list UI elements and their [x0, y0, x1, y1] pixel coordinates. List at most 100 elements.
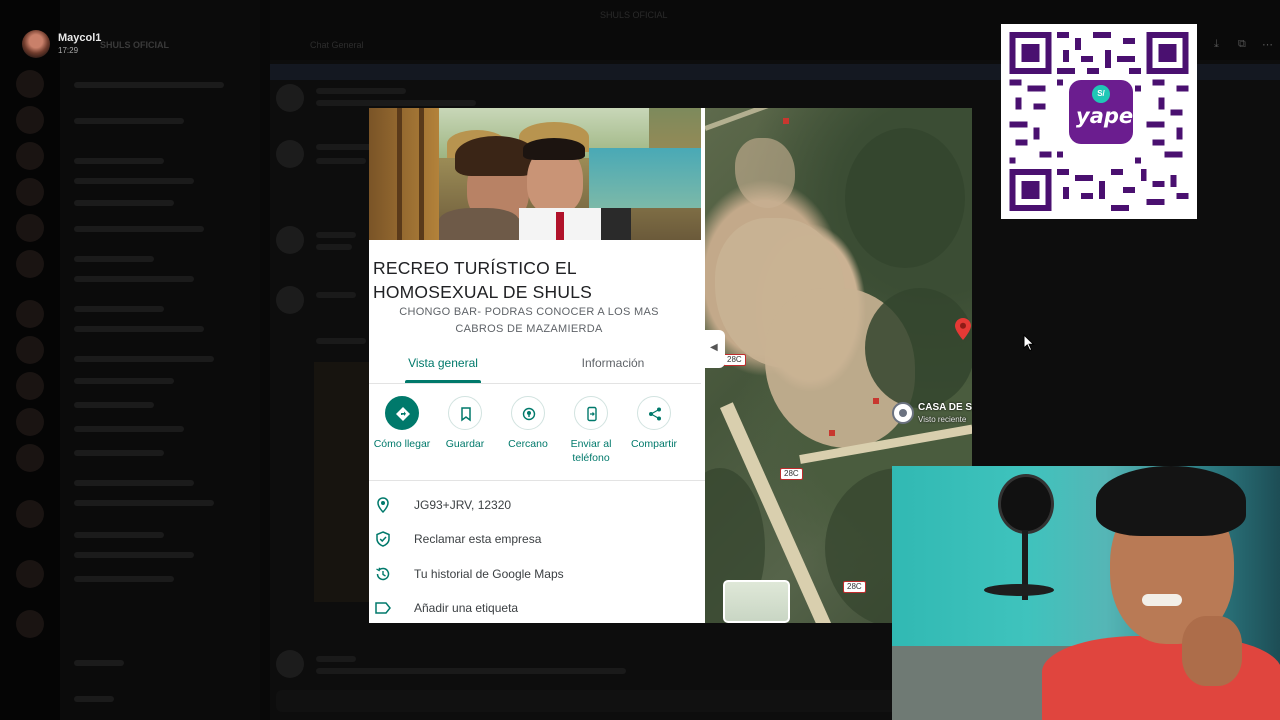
webcam-overlay	[892, 466, 1280, 720]
message-avatar[interactable]	[276, 84, 304, 112]
place-photo[interactable]	[369, 108, 701, 240]
webcam-hair	[1096, 466, 1246, 536]
place-description: CHONGO BAR- PODRAS CONOCER A LOS MAS CAB…	[399, 306, 659, 335]
chevron-left-icon: ◀	[710, 342, 718, 353]
server-icon[interactable]	[16, 214, 44, 242]
channel-item[interactable]	[74, 532, 164, 538]
server-icon[interactable]	[16, 610, 44, 638]
server-icon[interactable]	[16, 178, 44, 206]
road-shield: 28C	[843, 581, 866, 593]
map-pin-icon[interactable]	[955, 318, 971, 340]
more-options-icon[interactable]: ⋯	[1262, 38, 1273, 51]
photo-pole	[419, 108, 424, 240]
screen: SHULS OFICIAL Chat General ⤓ ⧉ ⋯ Maycol1…	[0, 0, 1280, 720]
user-time: 17:29	[58, 46, 79, 55]
channel-item[interactable]	[74, 200, 174, 206]
server-icon[interactable]	[16, 372, 44, 400]
place-title: RECREO TURÍSTICO EL HOMOSEXUAL DE SHULS	[373, 258, 593, 302]
server-icon[interactable]	[16, 336, 44, 364]
recent-place-icon[interactable]	[892, 402, 914, 424]
add-label-row[interactable]: Añadir una etiqueta	[369, 593, 705, 623]
nearby-button[interactable]: Cercano	[496, 394, 560, 474]
server-name: SHULS OFICIAL	[100, 40, 169, 50]
nearby-icon	[511, 396, 545, 430]
server-icon[interactable]	[16, 250, 44, 278]
collapse-panel-button[interactable]: ◀	[705, 330, 725, 368]
server-icon[interactable]	[16, 70, 44, 98]
server-icon[interactable]	[16, 106, 44, 134]
maps-history-text: Tu historial de Google Maps	[414, 567, 564, 581]
directions-button[interactable]: Cómo llegar	[370, 394, 434, 474]
channel-item[interactable]	[74, 158, 164, 164]
open-external-icon[interactable]: ⧉	[1238, 38, 1246, 51]
claim-business-row[interactable]: Reclamar esta empresa	[369, 524, 705, 554]
address-row[interactable]: JG93+JRV, 12320	[369, 490, 705, 520]
location-pin-icon	[377, 497, 389, 514]
server-icon[interactable]	[16, 300, 44, 328]
message-avatar[interactable]	[276, 286, 304, 314]
message-attachment[interactable]	[314, 362, 370, 602]
maps-history-row[interactable]: Tu historial de Google Maps	[369, 559, 705, 589]
channel-item[interactable]	[74, 500, 214, 506]
channel-item[interactable]	[74, 660, 124, 666]
send-to-phone-label: Enviar al teléfono	[570, 438, 612, 464]
layer-switcher[interactable]	[723, 580, 790, 623]
channel-item[interactable]	[74, 552, 194, 558]
road-shield: 28C	[780, 468, 803, 480]
channel-item[interactable]	[74, 226, 204, 232]
server-icon[interactable]	[16, 408, 44, 436]
map-forest	[845, 128, 965, 268]
server-icon[interactable]	[16, 444, 44, 472]
poi-label[interactable]: CASA DE S	[918, 402, 972, 413]
message-avatar[interactable]	[276, 650, 304, 678]
map-marker	[829, 430, 835, 436]
photo-wall	[369, 108, 439, 240]
channel-item[interactable]	[74, 306, 164, 312]
channel-item[interactable]	[74, 178, 194, 184]
message-avatar[interactable]	[276, 226, 304, 254]
channel-item[interactable]	[74, 426, 184, 432]
channel-item[interactable]	[74, 356, 214, 362]
label-icon	[375, 602, 391, 614]
share-icon	[637, 396, 671, 430]
webcam-hand	[1182, 616, 1242, 686]
send-to-phone-button[interactable]: Enviar al teléfono	[559, 394, 623, 474]
server-icon[interactable]	[16, 560, 44, 588]
tab-informacion[interactable]: Información	[563, 352, 663, 384]
channel-item[interactable]	[74, 256, 154, 262]
add-label-text: Añadir una etiqueta	[414, 601, 519, 615]
share-button[interactable]: Compartir	[622, 394, 686, 474]
map-clearing	[735, 138, 795, 208]
channel-item[interactable]	[74, 326, 204, 332]
message-line	[316, 338, 366, 344]
message-line	[316, 656, 356, 662]
server-icon[interactable]	[16, 500, 44, 528]
yape-wordmark: yape	[1076, 104, 1134, 128]
channel-item[interactable]	[74, 82, 224, 88]
message-line	[316, 100, 476, 106]
channel-item[interactable]	[74, 276, 194, 282]
message-avatar[interactable]	[276, 140, 304, 168]
photo-body	[439, 208, 519, 240]
fan-icon	[998, 474, 1054, 534]
channel-item[interactable]	[74, 480, 194, 486]
history-icon	[376, 567, 390, 581]
message-line	[316, 292, 356, 298]
channel-item[interactable]	[74, 118, 184, 124]
divider	[369, 480, 705, 481]
download-icon[interactable]: ⤓	[1214, 38, 1219, 51]
channel-item[interactable]	[74, 450, 164, 456]
channel-item[interactable]	[74, 696, 114, 702]
channel-item[interactable]	[74, 378, 174, 384]
save-button[interactable]: Guardar	[433, 394, 497, 474]
avatar[interactable]	[22, 30, 50, 58]
road-shield: 28C	[723, 354, 746, 366]
message-line	[316, 158, 366, 164]
share-label: Compartir	[630, 438, 678, 450]
directions-icon	[385, 396, 419, 430]
server-icon[interactable]	[16, 142, 44, 170]
channel-item[interactable]	[74, 402, 154, 408]
coin-icon: S/	[1092, 85, 1110, 103]
message-line	[316, 232, 356, 238]
channel-item[interactable]	[74, 576, 174, 582]
